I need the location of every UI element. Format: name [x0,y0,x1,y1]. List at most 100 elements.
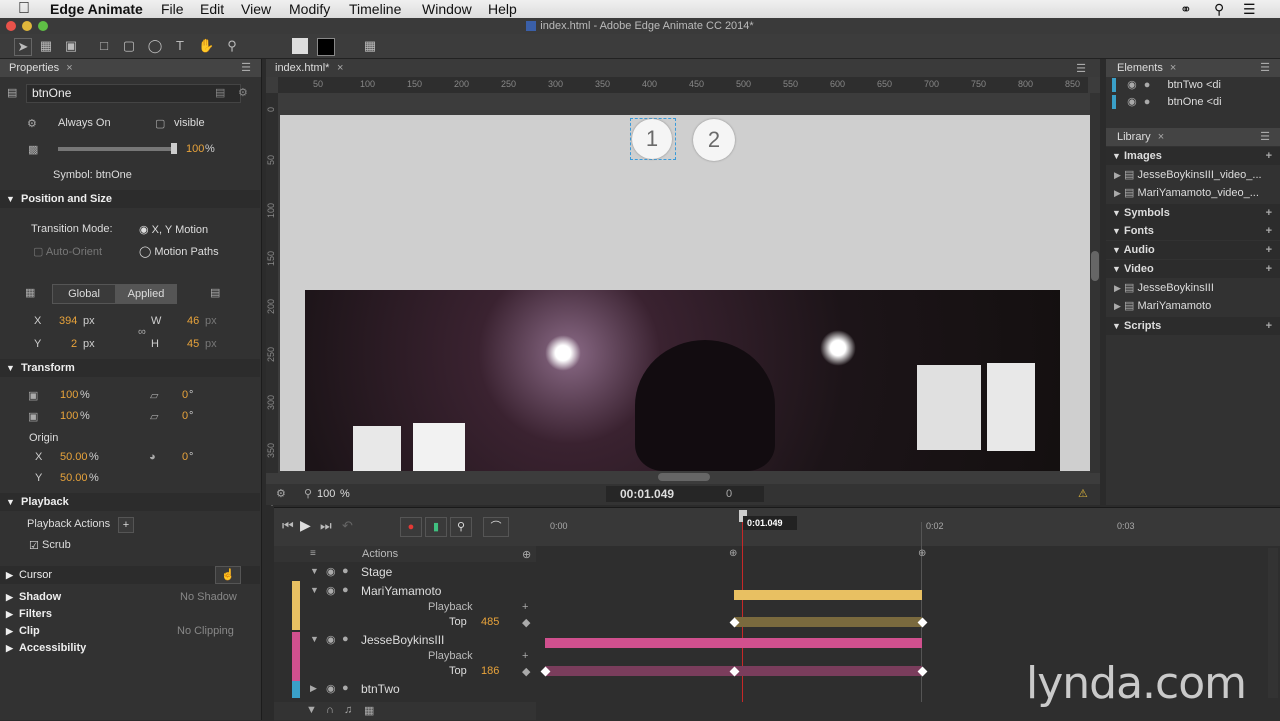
add-icon[interactable]: + [1266,204,1272,222]
add-playback-action-button[interactable]: + [118,517,134,533]
transform-tool-icon[interactable]: ▦ [38,38,54,54]
auto-transition-button[interactable]: ▮ [425,517,447,537]
app-menu[interactable]: Edge Animate [50,0,143,18]
keyframe-icon[interactable]: ◆ [522,665,530,678]
skew-value[interactable]: 0 [182,389,188,401]
loop-icon[interactable]: ↶ [342,518,353,534]
selection-tool-icon[interactable]: ➤ [14,38,32,56]
cursor-picker-button[interactable]: ☝ [215,566,241,584]
timeline-scrollbar[interactable] [1268,548,1278,698]
eye-icon[interactable]: ◉ [326,682,336,695]
lock-icon[interactable]: ● [1144,96,1151,108]
warning-icon[interactable]: ⚠ [1078,487,1088,500]
auto-orient-checkbox[interactable]: ▢ Auto-Orient [33,245,102,258]
add-icon[interactable]: + [522,601,528,613]
position-settings-icon[interactable]: ▤ [210,286,220,299]
ellipse-tool-icon[interactable]: ◯ [147,38,163,54]
lock-icon[interactable]: ● [342,584,349,596]
close-icon[interactable]: × [337,62,343,74]
fill-color-swatch[interactable] [292,38,308,54]
fonts-section[interactable]: ▼ Fonts + [1106,222,1280,240]
origin-x-value[interactable]: 50.00 [60,451,88,463]
y-value[interactable]: 2 [71,338,77,350]
jesse-top-value[interactable]: 186 [481,665,499,677]
add-icon[interactable]: + [1266,241,1272,259]
global-button[interactable]: Global [52,284,116,304]
stage-canvas[interactable]: 1 2 [280,115,1090,471]
library-tab[interactable]: Library [1117,131,1151,143]
element-row[interactable]: ◉ ● btnOne <di [1112,94,1272,110]
add-icon[interactable]: + [1266,147,1272,165]
collapse-all-icon[interactable]: ≡ [310,548,316,559]
library-image-item[interactable]: ▶ ▤ MariYamamoto_video_... [1110,184,1275,202]
magnet-icon[interactable]: ∩ [326,704,334,716]
element-name-field[interactable]: btnOne [26,84,241,103]
scale-y-value[interactable]: 100 [60,410,78,422]
collapse-arrow-icon[interactable]: ▼ [310,634,319,644]
vertical-scroll-thumb[interactable] [1091,251,1099,281]
action-marker-icon[interactable]: ⊕ [729,548,737,559]
w-value[interactable]: 46 [187,315,199,327]
images-section[interactable]: ▼ Images + [1106,147,1280,165]
action-marker-icon[interactable]: ⊕ [918,548,926,559]
settings-icon[interactable]: ⚙ [238,86,248,99]
menu-window[interactable]: Window [422,0,472,18]
mari-top-bar[interactable] [734,617,922,627]
audio-icon[interactable]: ♫ [344,704,352,716]
filters-header[interactable]: ▶ Filters [0,605,260,623]
library-video-item[interactable]: ▶ ▤ MariYamamoto [1110,297,1275,315]
element-item-btntwo[interactable]: btnTwo <di [1167,79,1221,91]
mari-row[interactable]: ▼ ◉ ● MariYamamoto [300,583,536,600]
eye-icon[interactable]: ◉ [326,633,336,646]
zoom-tool-icon[interactable]: ⚲ [224,38,240,54]
play-icon[interactable]: ▶ [300,517,311,534]
panel-menu-icon[interactable]: ☰ [1076,62,1086,75]
accessibility-header[interactable]: ▶ Accessibility [0,639,260,657]
menu-file[interactable]: File [161,0,184,18]
eye-icon[interactable]: ◉ [326,565,336,578]
stage-settings-icon[interactable]: ⚙ [276,487,286,500]
add-icon[interactable]: + [1266,317,1272,335]
skew-y-value[interactable]: 0 [182,410,188,422]
menu-modify[interactable]: Modify [289,0,330,18]
motion-paths-radio[interactable]: ◯ Motion Paths [139,245,219,258]
grid-icon[interactable]: ▦ [362,38,378,54]
grid-icon[interactable]: ▦ [364,704,374,717]
opacity-slider[interactable] [58,147,176,151]
pin-button[interactable]: ⚲ [450,517,472,537]
expand-arrow-icon[interactable]: ▶ [310,683,317,694]
rectangle-tool-icon[interactable]: □ [96,38,112,54]
document-tab[interactable]: index.html* [275,62,329,74]
opacity-value[interactable]: 100 [186,143,204,155]
eye-icon[interactable]: ◉ [326,584,336,597]
element-options-icon[interactable]: ▤ [215,86,225,99]
lock-icon[interactable]: ● [342,682,349,694]
registration-point-icon[interactable]: ▦ [25,286,35,299]
mari-bar[interactable] [734,590,922,600]
element-item-btnone[interactable]: btnOne <di [1167,96,1221,108]
visibility-dropdown[interactable]: visible [174,117,205,129]
add-icon[interactable]: + [1266,222,1272,240]
close-window-button[interactable] [6,21,16,31]
video-section[interactable]: ▼ Video + [1106,260,1280,278]
menu-edit[interactable]: Edit [200,0,224,18]
vertical-scrollbar[interactable] [1090,93,1100,473]
minimize-window-button[interactable] [22,21,32,31]
xy-motion-radio[interactable]: ◉ X, Y Motion [139,223,208,236]
scripts-section[interactable]: ▼ Scripts + [1106,317,1280,335]
lock-icon[interactable]: ● [342,565,349,577]
panel-menu-icon[interactable]: ☰ [241,59,251,77]
add-action-icon[interactable]: ⊕ [522,548,531,561]
element-row[interactable]: ◉ ● btnTwo <di [1112,77,1272,93]
playback-header[interactable]: ▼ Playback [0,493,260,511]
transform-header[interactable]: ▼ Transform [0,359,260,377]
keyframe-icon[interactable]: ◆ [522,616,530,629]
panel-menu-icon[interactable]: ☰ [1260,59,1270,77]
lock-icon[interactable]: ● [1144,79,1151,91]
btn-two[interactable]: 2 [693,119,735,161]
properties-tab[interactable]: Properties [9,62,59,74]
apple-icon[interactable]:  [18,0,30,18]
add-icon[interactable]: + [1266,260,1272,278]
scale-x-value[interactable]: 100 [60,389,78,401]
hand-tool-icon[interactable]: ✋ [198,38,214,54]
